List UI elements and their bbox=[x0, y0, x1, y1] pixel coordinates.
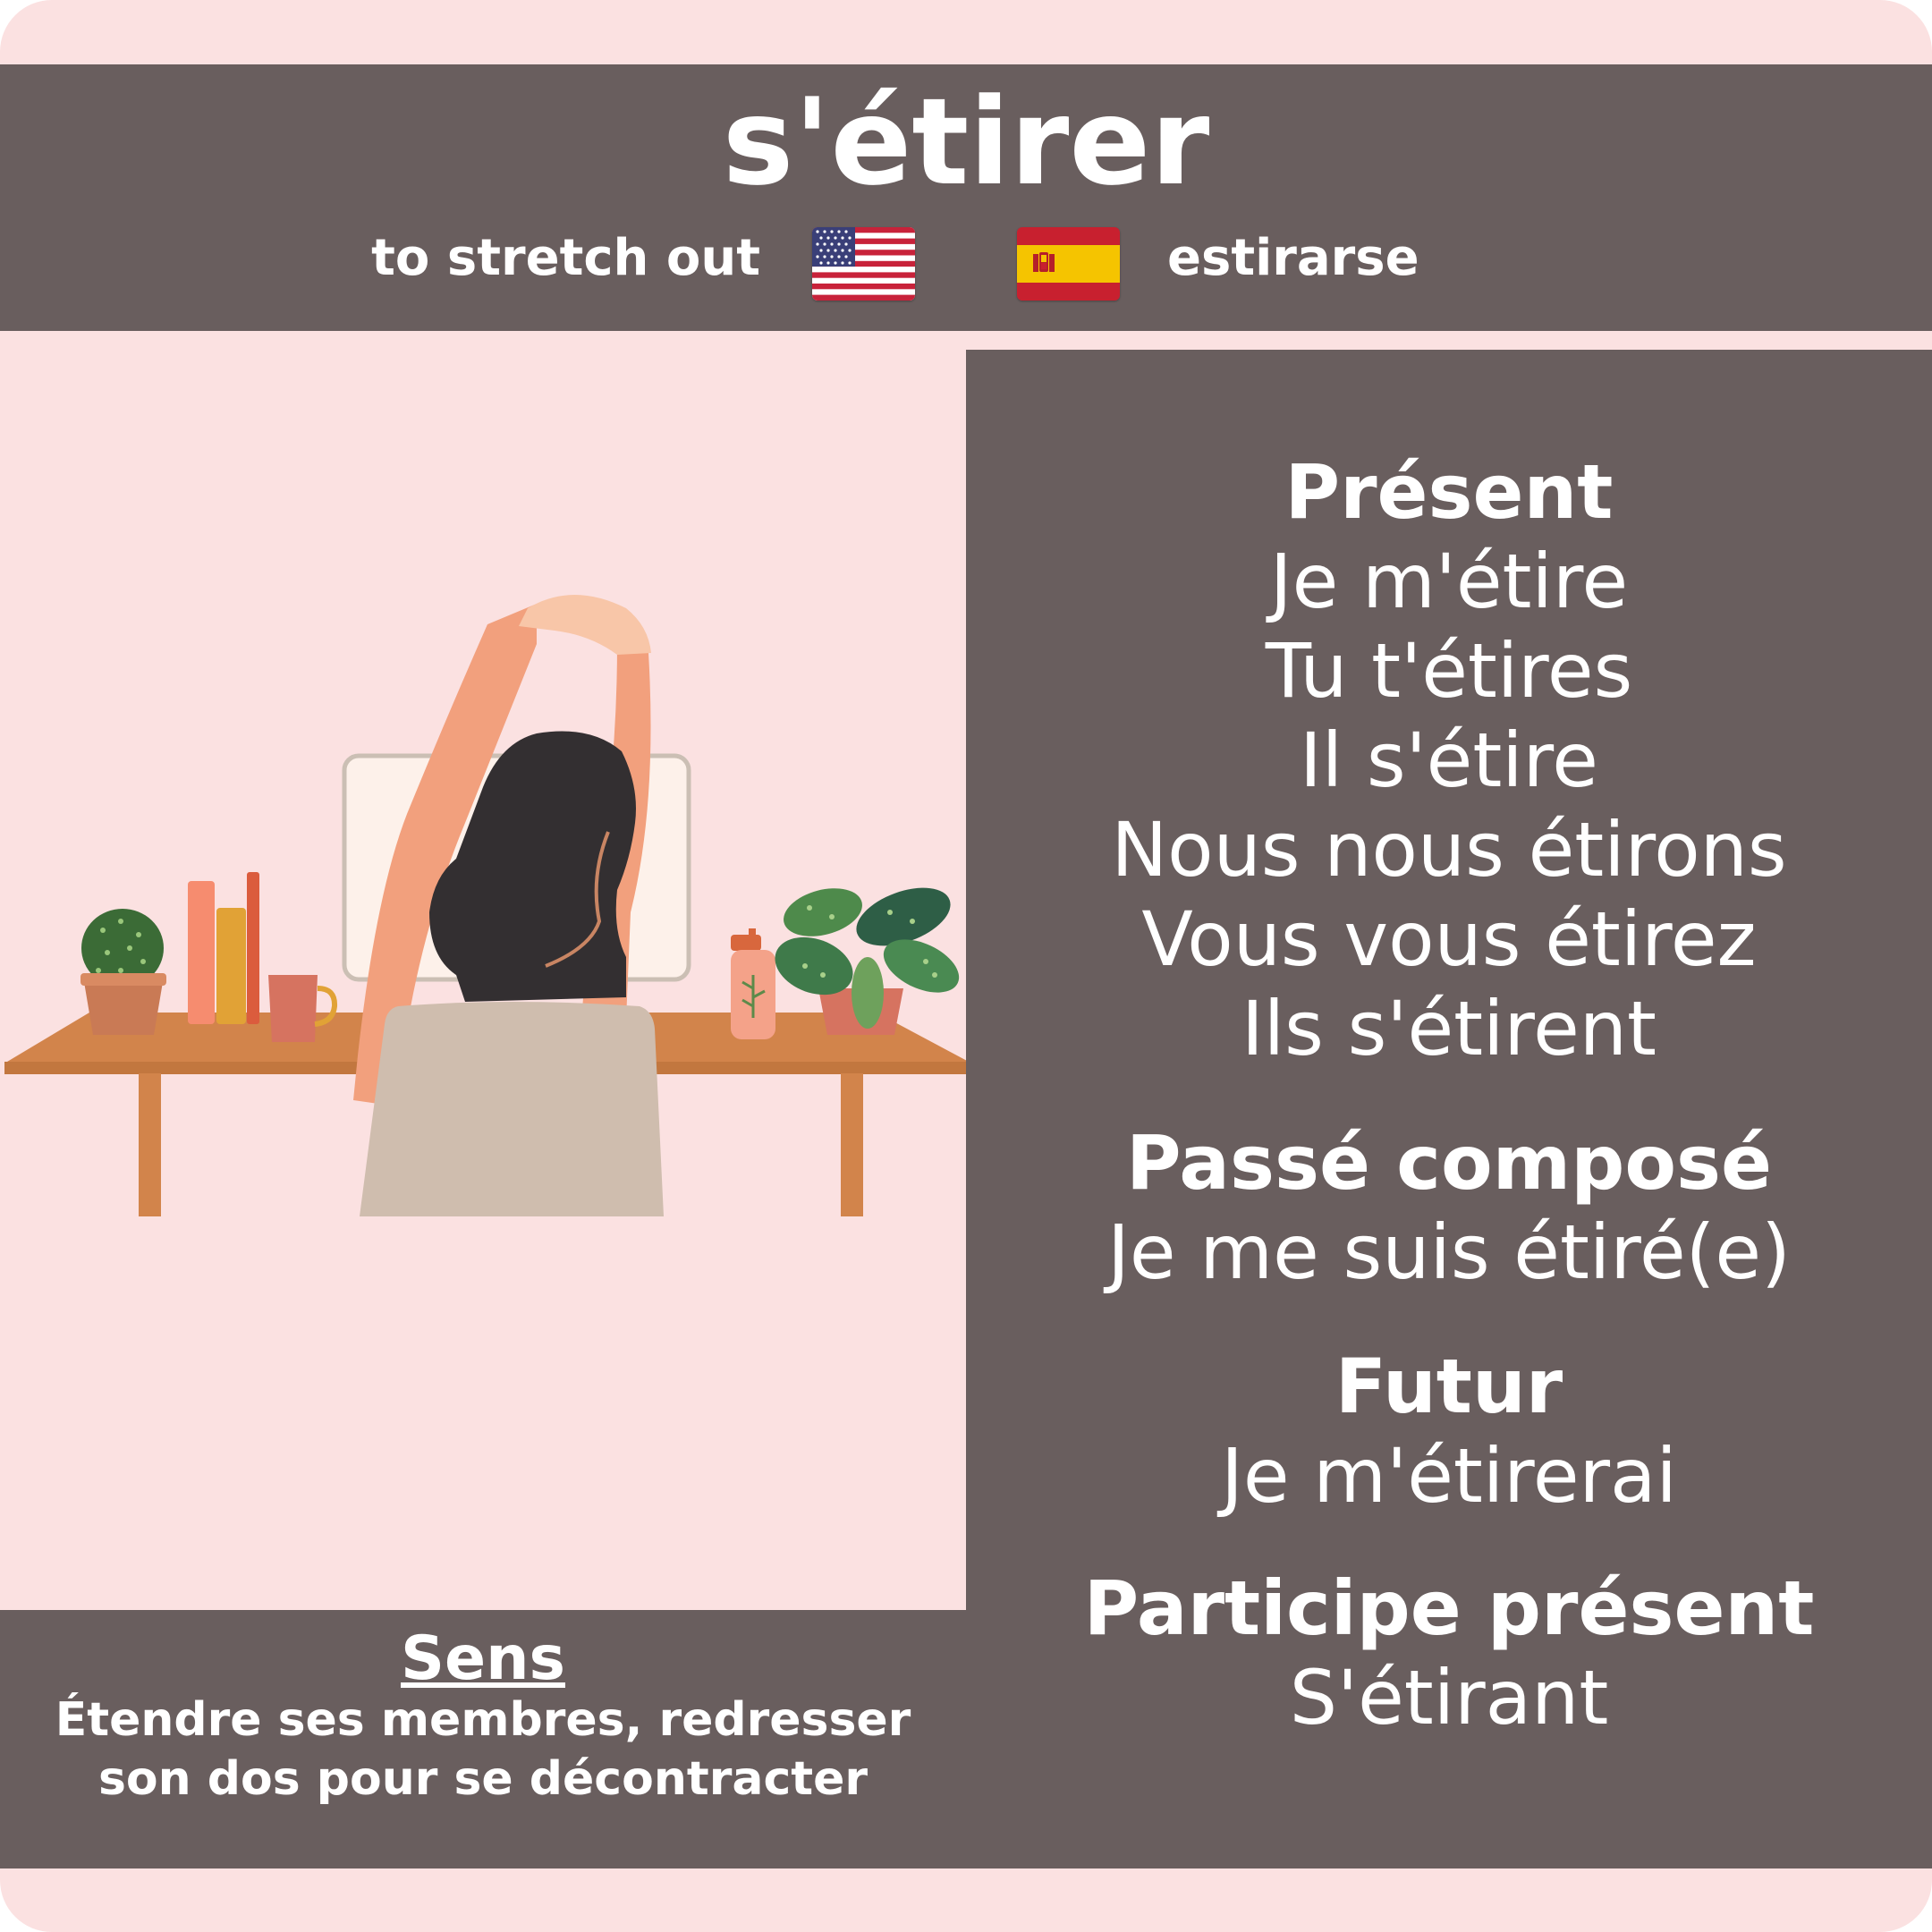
present-form-je: Je m'étire bbox=[1269, 538, 1629, 625]
tense-present-label: Présent bbox=[1284, 448, 1614, 536]
present-form-tu: Tu t'étires bbox=[1265, 627, 1633, 715]
us-flag-icon bbox=[812, 227, 915, 301]
participe-present-form: S'étirant bbox=[1289, 1654, 1609, 1741]
meaning-line-1: Étendre ses membres, redresser bbox=[55, 1693, 911, 1747]
meaning-title: Sens bbox=[401, 1623, 565, 1694]
verb-card: s'étirer to stretch out estirarse Présen… bbox=[0, 0, 1932, 1932]
english-translation: to stretch out bbox=[371, 229, 760, 287]
woman-stretching-illustration bbox=[0, 555, 970, 1216]
present-form-vous: Vous vous étirez bbox=[1141, 895, 1757, 983]
passe-compose-form: Je me suis étiré(e) bbox=[1107, 1208, 1791, 1296]
present-form-nous: Nous nous étirons bbox=[1111, 806, 1787, 894]
meaning-line-2: son dos pour se décontracter bbox=[97, 1752, 869, 1806]
meaning-text: Étendre ses membres, redresser son dos p… bbox=[0, 1690, 966, 1809]
verb-title: s'étirer bbox=[722, 72, 1210, 212]
tense-passe-compose-label: Passé composé bbox=[1125, 1119, 1773, 1207]
spain-flag-icon bbox=[1017, 227, 1120, 301]
spanish-translation: estirarse bbox=[1167, 229, 1419, 287]
tense-participe-present-label: Participe présent bbox=[1083, 1564, 1815, 1652]
tense-futur-label: Futur bbox=[1335, 1343, 1563, 1430]
present-form-il: Il s'étire bbox=[1300, 716, 1598, 804]
present-form-ils: Ils s'étirent bbox=[1241, 985, 1657, 1072]
futur-form: Je m'étirerai bbox=[1221, 1432, 1677, 1520]
